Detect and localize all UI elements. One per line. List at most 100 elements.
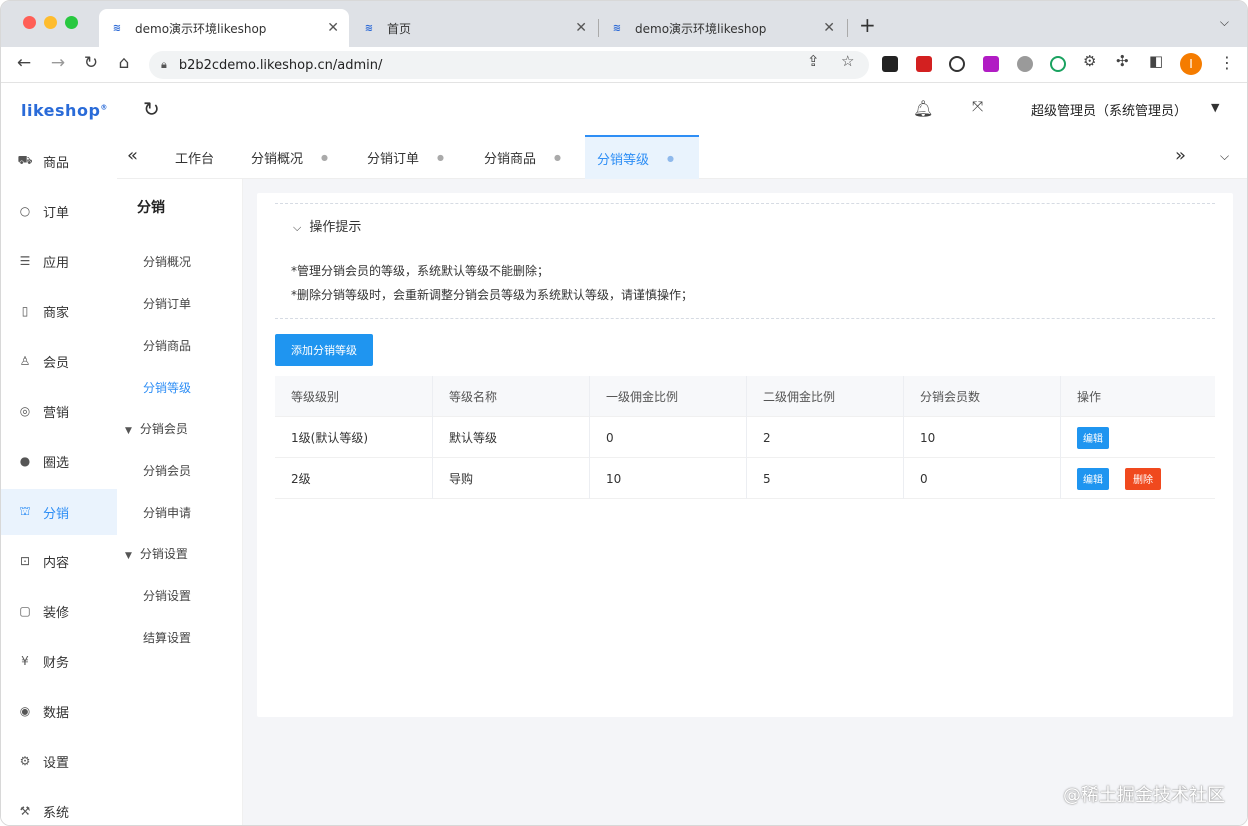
submenu-item-overview[interactable]: 分销概况 <box>143 253 191 270</box>
sidebar-item-data[interactable]: ◉ 数据 <box>1 691 117 731</box>
tab-search-button[interactable]: ⌵ <box>1220 15 1229 30</box>
content-card: ⌵ 操作提示 *管理分销会员的等级，系统默认等级不能删除； *删除分销等级时，会重… <box>257 193 1233 717</box>
edit-button[interactable]: 编辑 <box>1077 467 1109 490</box>
submenu-item-distribution-settings[interactable]: 分销设置 <box>143 587 191 604</box>
extension-gear-icon[interactable]: ⚙ <box>1083 52 1096 70</box>
browser-window: ≋ demo演示环境likeshop ✕ ≋ 首页 ✕ ≋ demo演示环境li… <box>0 0 1248 826</box>
settings-icon: ⚙ <box>19 754 31 768</box>
watermark: @稀土掘金技术社区 <box>1063 785 1225 806</box>
submenu-item-applications[interactable]: 分销申请 <box>143 504 191 521</box>
column-header: 分销会员数 <box>903 376 980 417</box>
page-tab-orders[interactable]: 分销订单 ● <box>355 135 456 179</box>
submenu-item-members[interactable]: 分销会员 <box>143 462 191 479</box>
user-name[interactable]: 超级管理员（系统管理员） <box>1031 100 1187 119</box>
sidebar-item-merchants[interactable]: ▯ 商家 <box>1 291 117 331</box>
submenu-group-settings[interactable]: ▼ 分销设置 <box>125 545 188 562</box>
extension-trello-icon[interactable] <box>882 56 898 72</box>
tips-toggle[interactable]: ⌵ 操作提示 <box>293 216 361 235</box>
sidebar-item-label: 营销 <box>43 405 70 421</box>
page-tab-levels[interactable]: 分销等级 ● <box>585 135 699 179</box>
sidebar-item-marketing[interactable]: ◎ 营销 <box>1 391 117 431</box>
profile-avatar[interactable]: I <box>1180 53 1202 75</box>
cell-actions: 编辑 删除 <box>1060 458 1161 499</box>
submenu-item-levels[interactable]: 分销等级 <box>143 379 191 396</box>
edit-button[interactable]: 编辑 <box>1077 426 1109 449</box>
fullscreen-icon[interactable]: ⤧ <box>972 99 983 115</box>
submenu-item-orders[interactable]: 分销订单 <box>143 295 191 312</box>
cell-actions: 编辑 <box>1060 417 1109 458</box>
sidebar-item-distribution[interactable]: ⛫ 分销 <box>1 489 117 535</box>
reload-icon[interactable]: ↻ <box>80 53 102 73</box>
page-tab-workbench[interactable]: 工作台 <box>163 135 226 179</box>
page-tab-overview[interactable]: 分销概况 ● <box>239 135 340 179</box>
home-icon[interactable]: ⌂ <box>113 53 135 73</box>
lock-icon: 🔒︎ <box>161 58 167 71</box>
close-dot-icon[interactable]: ● <box>554 153 561 162</box>
address-bar[interactable]: 🔒︎ b2b2cdemo.likeshop.cn/admin/ <box>149 51 869 79</box>
submenu-group-label: 分销会员 <box>139 422 188 436</box>
sidebar-item-label: 应用 <box>43 255 70 271</box>
forward-arrow-icon[interactable]: → <box>47 53 69 73</box>
cart-icon: ⛟ <box>17 153 33 167</box>
close-dot-icon[interactable]: ● <box>437 153 444 162</box>
logo-mark: ® <box>100 103 108 112</box>
side-panel-icon[interactable]: ◧ <box>1149 52 1163 70</box>
new-tab-button[interactable]: + <box>859 13 876 37</box>
extension-red-icon[interactable] <box>916 56 932 72</box>
url-text: b2b2cdemo.likeshop.cn/admin/ <box>178 57 383 73</box>
extension-purple-icon[interactable] <box>983 56 999 72</box>
admin-app: likeshop® ⛟ 商品 ○ 订单 ☰ 应用 ▯ 商家 ♙ 会员 ◎ 营销 ● 圈选 ⛫ 分… <box>1 83 1247 825</box>
maximize-window-button[interactable] <box>65 16 78 29</box>
close-tab-icon[interactable]: ✕ <box>327 20 339 36</box>
sidebar-item-settings[interactable]: ⚙ 设置 <box>1 741 117 781</box>
minimize-window-button[interactable] <box>44 16 57 29</box>
submenu-item-settlement-settings[interactable]: 结算设置 <box>143 629 191 646</box>
sidebar-item-content[interactable]: ⊡ 内容 <box>1 541 117 581</box>
chevron-down-icon[interactable]: ▼ <box>1211 101 1219 114</box>
extension-green-icon[interactable] <box>1050 56 1066 72</box>
close-dot-icon[interactable]: ● <box>667 154 674 163</box>
logo-text: likeshop <box>21 101 101 120</box>
close-tab-icon[interactable]: ✕ <box>575 20 587 36</box>
sidebar-item-decoration[interactable]: ▢ 装修 <box>1 591 117 631</box>
page-tab-goods[interactable]: 分销商品 ● <box>472 135 573 179</box>
distribution-icon: ⛫ <box>19 504 31 518</box>
sidebar-item-apps[interactable]: ☰ 应用 <box>1 241 117 281</box>
browser-tab-2[interactable]: ≋ 首页 ✕ <box>351 9 597 47</box>
share-icon[interactable]: ⇪ <box>807 52 820 70</box>
bookmark-star-icon[interactable]: ☆ <box>841 52 854 70</box>
system-icon: ⚒ <box>19 804 31 818</box>
cell-level: 2级 <box>291 472 311 486</box>
close-dot-icon[interactable]: ● <box>321 153 328 162</box>
sidebar-item-label: 圈选 <box>43 455 70 471</box>
extensions-puzzle-icon[interactable]: ✣ <box>1116 52 1129 70</box>
bell-icon[interactable]: 🔔︎ <box>913 99 933 118</box>
sidebar-item-system[interactable]: ⚒ 系统 <box>1 791 117 825</box>
delete-button[interactable]: 删除 <box>1125 467 1161 490</box>
sidebar-item-circle[interactable]: ● 圈选 <box>1 441 117 481</box>
browser-tab-1[interactable]: ≋ demo演示环境likeshop ✕ <box>99 9 349 47</box>
scroll-left-icon[interactable]: « <box>127 145 138 166</box>
sidebar-item-finance[interactable]: ¥ 财务 <box>1 641 117 681</box>
browser-menu-icon[interactable]: ⋮ <box>1219 53 1235 72</box>
sidebar-item-goods[interactable]: ⛟ 商品 <box>1 141 117 181</box>
add-level-button[interactable]: 添加分销等级 <box>275 334 373 366</box>
chevron-down-icon[interactable]: ⌵ <box>1220 149 1229 164</box>
refresh-icon[interactable]: ↻ <box>143 97 160 121</box>
submenu-group-members[interactable]: ▼ 分销会员 <box>125 420 188 437</box>
close-tab-icon[interactable]: ✕ <box>823 20 835 36</box>
sidebar-item-label: 分销 <box>43 506 70 522</box>
cell-second-ratio: 2 <box>746 417 771 458</box>
cell-name: 默认等级 <box>432 417 497 458</box>
submenu-item-goods[interactable]: 分销商品 <box>143 337 191 354</box>
tab-divider <box>847 19 848 37</box>
main-content: ⌵ 操作提示 *管理分销会员的等级，系统默认等级不能删除； *删除分销等级时，会重… <box>243 179 1247 825</box>
sidebar-item-orders[interactable]: ○ 订单 <box>1 191 117 231</box>
extension-gray-icon[interactable] <box>1017 56 1033 72</box>
back-arrow-icon[interactable]: ← <box>13 53 35 73</box>
scroll-right-icon[interactable]: » <box>1175 145 1186 166</box>
browser-tab-3[interactable]: ≋ demo演示环境likeshop ✕ <box>599 9 845 47</box>
extension-circle-icon[interactable] <box>949 56 965 72</box>
sidebar-item-members[interactable]: ♙ 会员 <box>1 341 117 381</box>
close-window-button[interactable] <box>23 16 36 29</box>
